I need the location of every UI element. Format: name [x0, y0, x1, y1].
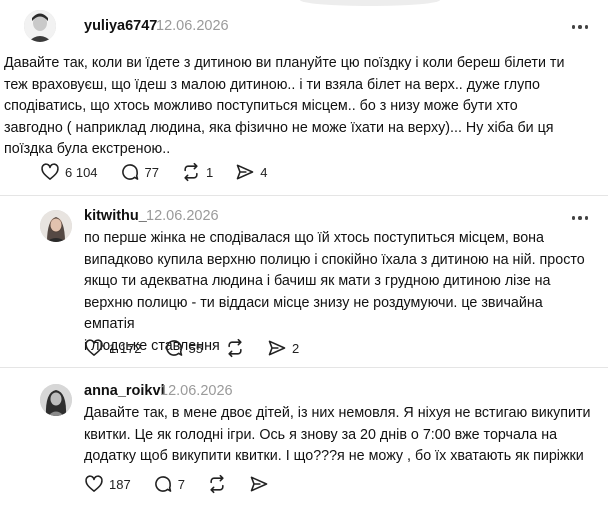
heart-icon: [85, 339, 103, 356]
share-button[interactable]: 4: [235, 162, 267, 182]
reply-count: 55: [188, 340, 204, 356]
repost-arrows-icon: [210, 474, 224, 494]
paper-plane-icon: [268, 340, 286, 356]
avatar[interactable]: [24, 10, 56, 42]
username[interactable]: anna_roikvl: [84, 383, 165, 399]
like-count: 187: [109, 476, 131, 492]
repost-count: 1: [206, 164, 214, 180]
share-button[interactable]: [249, 474, 269, 494]
heart-icon: [85, 475, 103, 492]
comment-item: yuliya6747 12.06.2026 Давайте так, коли …: [4, 0, 594, 190]
like-count: 1 172: [109, 340, 142, 356]
heart-icon: [41, 163, 59, 180]
more-dots-icon[interactable]: [570, 22, 590, 32]
speech-bubble-icon: [154, 476, 171, 492]
reply-count: 7: [177, 476, 185, 492]
comment-item: kitwithu_ 12.06.2026 по перше жінка не с…: [24, 196, 594, 366]
comment-text: Давайте так, коли ви їдете з дитиною ви …: [4, 55, 565, 157]
paper-plane-icon: [250, 476, 268, 492]
avatar[interactable]: [40, 210, 72, 242]
comment-item: anna_roikvl 12.06.2026 Давайте так, в ме…: [24, 368, 594, 509]
reply-button[interactable]: 77: [120, 162, 159, 182]
speech-bubble-icon: [121, 164, 138, 180]
repost-arrows-icon: [184, 162, 198, 182]
comments-feed: yuliya6747 12.06.2026 Давайте так, коли …: [0, 0, 608, 509]
like-count: 6 104: [65, 164, 98, 180]
repost-arrows-icon: [228, 338, 242, 358]
username[interactable]: yuliya6747: [84, 18, 157, 34]
avatar[interactable]: [40, 384, 72, 416]
action-bar: 1 172 55 2: [84, 336, 321, 360]
repost-button[interactable]: [207, 474, 227, 494]
repost-button[interactable]: 1: [181, 162, 213, 182]
reply-button[interactable]: 7: [153, 474, 185, 494]
paper-plane-icon: [236, 164, 254, 180]
action-bar: 187 7: [84, 472, 291, 496]
share-button[interactable]: 2: [267, 338, 299, 358]
comment-date: 12.06.2026: [160, 383, 233, 399]
like-button[interactable]: 187: [84, 474, 131, 494]
speech-bubble-icon: [165, 340, 182, 356]
action-bar: 6 104 77 1 4: [40, 160, 289, 184]
reply-button[interactable]: 55: [164, 338, 203, 358]
comment-date: 12.06.2026: [146, 208, 219, 224]
reply-count: 77: [144, 164, 160, 180]
repost-button[interactable]: [225, 338, 245, 358]
comment-date: 12.06.2026: [156, 18, 229, 34]
share-count: 2: [292, 340, 300, 356]
more-dots-icon[interactable]: [570, 213, 590, 223]
comment-text: Давайте так, в мене двоє дітей, із них н…: [84, 405, 591, 464]
like-button[interactable]: 6 104: [40, 162, 98, 182]
username[interactable]: kitwithu_: [84, 208, 147, 224]
like-button[interactable]: 1 172: [84, 338, 142, 358]
share-count: 4: [260, 164, 268, 180]
